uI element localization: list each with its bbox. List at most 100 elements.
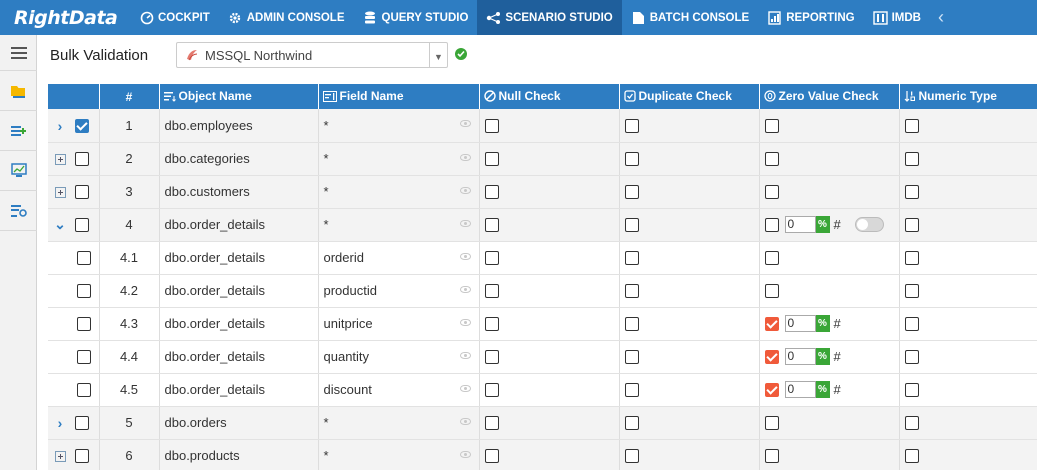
duplicate-check-checkbox[interactable] <box>624 185 639 200</box>
folder-icon[interactable] <box>0 71 37 111</box>
numeric-type-checkbox[interactable] <box>904 284 919 299</box>
expand-plus-icon[interactable] <box>55 186 66 198</box>
header-field-name[interactable]: Field Name <box>318 84 480 109</box>
collapse-nav-icon[interactable]: ‹ <box>930 0 952 35</box>
numeric-type-checkbox[interactable] <box>904 350 919 365</box>
eye-icon[interactable] <box>459 384 471 392</box>
duplicate-check-checkbox[interactable] <box>624 218 639 233</box>
null-check-checkbox[interactable] <box>484 449 499 464</box>
numeric-type-checkbox[interactable] <box>904 152 919 167</box>
chevron-right-icon[interactable]: › <box>53 415 67 431</box>
duplicate-check-checkbox[interactable] <box>624 449 639 464</box>
row-checkbox[interactable] <box>77 383 91 398</box>
zero-value-checkbox[interactable] <box>764 217 779 232</box>
zero-value-checkbox[interactable] <box>764 185 779 200</box>
zero-threshold-input[interactable]: 0 <box>784 315 816 333</box>
zero-value-checkbox[interactable] <box>764 449 779 464</box>
duplicate-check-checkbox[interactable] <box>624 251 639 266</box>
zero-value-checkbox[interactable] <box>764 349 779 364</box>
duplicate-check-checkbox[interactable] <box>624 350 639 365</box>
numeric-type-checkbox[interactable] <box>904 383 919 398</box>
null-check-checkbox[interactable] <box>484 218 499 233</box>
header-null-check[interactable]: Null Check <box>479 84 620 109</box>
null-check-checkbox[interactable] <box>484 119 499 134</box>
null-check-checkbox[interactable] <box>484 284 499 299</box>
nav-admin-console[interactable]: ADMIN CONSOLE <box>219 0 354 35</box>
null-check-checkbox[interactable] <box>484 350 499 365</box>
duplicate-check-checkbox[interactable] <box>624 383 639 398</box>
scenario-settings-icon[interactable] <box>0 191 37 231</box>
row-checkbox[interactable] <box>75 152 89 167</box>
nav-query-studio[interactable]: QUERY STUDIO <box>354 0 478 35</box>
zero-value-checkbox[interactable] <box>764 152 779 167</box>
zero-value-checkbox[interactable] <box>764 251 779 266</box>
null-check-checkbox[interactable] <box>484 383 499 398</box>
eye-icon[interactable] <box>459 120 471 127</box>
chevron-down-icon[interactable]: ▼ <box>429 43 447 67</box>
null-check-checkbox[interactable] <box>484 152 499 167</box>
nav-reporting[interactable]: REPORTING <box>758 0 863 35</box>
percent-badge[interactable]: % <box>815 381 830 399</box>
percent-count-toggle[interactable] <box>854 217 884 233</box>
eye-icon[interactable] <box>459 450 471 458</box>
expand-plus-icon[interactable] <box>55 153 66 165</box>
nav-scenario-studio[interactable]: SCENARIO STUDIO <box>477 0 622 35</box>
numeric-type-checkbox[interactable] <box>904 449 919 464</box>
header-number[interactable]: # <box>99 84 160 109</box>
numeric-type-checkbox[interactable] <box>904 251 919 266</box>
eye-icon[interactable] <box>459 285 471 293</box>
chevron-right-icon[interactable]: › <box>53 118 67 134</box>
null-check-checkbox[interactable] <box>484 317 499 332</box>
duplicate-check-checkbox[interactable] <box>624 416 639 431</box>
eye-icon[interactable] <box>459 351 471 359</box>
hamburger-menu-icon[interactable] <box>0 35 37 71</box>
eye-icon[interactable] <box>459 417 471 425</box>
null-check-checkbox[interactable] <box>484 416 499 431</box>
duplicate-check-checkbox[interactable] <box>624 119 639 134</box>
percent-badge[interactable]: % <box>815 315 830 333</box>
app-logo[interactable]: RightData <box>0 0 130 35</box>
eye-icon[interactable] <box>459 252 471 260</box>
numeric-type-checkbox[interactable] <box>904 185 919 200</box>
zero-threshold-input[interactable]: 0 <box>784 381 816 399</box>
eye-icon[interactable] <box>459 186 471 194</box>
header-zero-value-check[interactable]: Zero Value Check <box>759 84 900 109</box>
null-check-checkbox[interactable] <box>484 251 499 266</box>
row-checkbox[interactable] <box>75 217 89 232</box>
add-scenario-icon[interactable] <box>0 111 37 151</box>
nav-cockpit[interactable]: COCKPIT <box>130 0 219 35</box>
percent-badge[interactable]: % <box>815 216 830 234</box>
zero-value-checkbox[interactable] <box>764 382 779 397</box>
null-check-checkbox[interactable] <box>484 185 499 200</box>
row-checkbox[interactable] <box>75 118 89 133</box>
row-checkbox[interactable] <box>77 251 91 266</box>
monitor-chart-icon[interactable] <box>0 151 37 191</box>
header-object-name[interactable]: Object Name <box>159 84 319 109</box>
row-checkbox[interactable] <box>77 284 91 299</box>
eye-icon[interactable] <box>459 219 471 227</box>
row-checkbox[interactable] <box>75 185 89 200</box>
numeric-type-checkbox[interactable] <box>904 416 919 431</box>
numeric-type-checkbox[interactable] <box>904 218 919 233</box>
eye-icon[interactable] <box>459 318 471 326</box>
expand-plus-icon[interactable] <box>55 450 66 462</box>
percent-badge[interactable]: % <box>815 348 830 366</box>
numeric-type-checkbox[interactable] <box>904 317 919 332</box>
duplicate-check-checkbox[interactable] <box>624 317 639 332</box>
zero-value-checkbox[interactable] <box>764 119 779 134</box>
row-checkbox[interactable] <box>75 449 89 464</box>
duplicate-check-checkbox[interactable] <box>624 152 639 167</box>
chevron-down-icon[interactable]: ⌄ <box>53 216 67 233</box>
header-duplicate-check[interactable]: Duplicate Check <box>619 84 760 109</box>
numeric-type-checkbox[interactable] <box>904 119 919 134</box>
zero-threshold-input[interactable]: 0 <box>784 216 816 234</box>
row-checkbox[interactable] <box>77 350 91 365</box>
zero-threshold-input[interactable]: 0 <box>784 348 816 366</box>
nav-imdb[interactable]: IMDB <box>864 0 930 35</box>
zero-value-checkbox[interactable] <box>764 284 779 299</box>
duplicate-check-checkbox[interactable] <box>624 284 639 299</box>
row-checkbox[interactable] <box>77 317 91 332</box>
eye-icon[interactable] <box>459 153 471 161</box>
zero-value-checkbox[interactable] <box>764 316 779 331</box>
zero-value-checkbox[interactable] <box>764 416 779 431</box>
